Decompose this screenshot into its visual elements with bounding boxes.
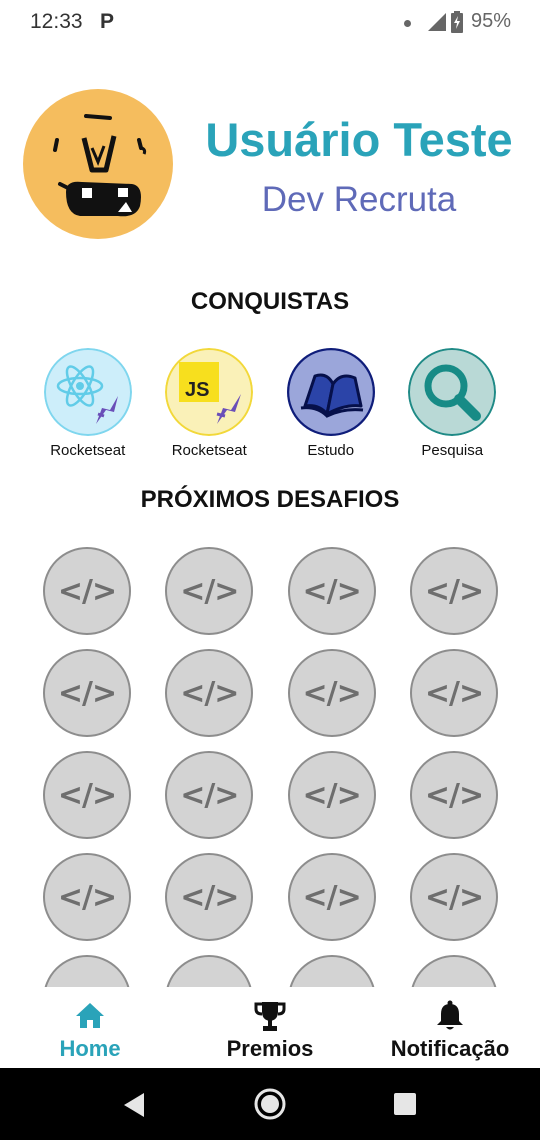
monster-avatar-icon[interactable] bbox=[22, 88, 174, 240]
challenge-locked-item[interactable]: </> bbox=[165, 547, 254, 635]
parking-notification-icon: P bbox=[100, 10, 115, 33]
code-icon: </> bbox=[57, 777, 117, 813]
challenges-grid: </> </> </> </> </> </> </> </> </> </> … bbox=[43, 547, 498, 987]
challenges-title: PRÓXIMOS DESAFIOS bbox=[140, 486, 400, 513]
code-icon: </> bbox=[302, 879, 362, 915]
challenge-locked-item[interactable]: </> bbox=[165, 955, 254, 988]
challenge-locked-item[interactable]: </> bbox=[287, 853, 376, 941]
js-rocket-icon[interactable]: JS bbox=[165, 348, 254, 436]
code-icon: </> bbox=[180, 879, 239, 915]
achievement-item[interactable]: Rocketseat bbox=[27, 348, 149, 459]
status-time: 12:33 bbox=[30, 10, 83, 33]
code-icon: </> bbox=[57, 879, 117, 915]
book-icon[interactable] bbox=[286, 348, 375, 436]
react-rocket-icon[interactable] bbox=[43, 348, 132, 436]
code-icon: </> bbox=[302, 675, 362, 711]
achievements-title: CONQUISTAS bbox=[190, 288, 350, 315]
profile-role: Dev Recruta bbox=[261, 180, 457, 219]
challenge-locked-item[interactable]: </> bbox=[287, 955, 376, 988]
achievements-list: Rocketseat JS Rocketseat Estudo Pesquisa bbox=[27, 348, 513, 459]
nav-notificacao-label: Notificação bbox=[390, 1036, 510, 1061]
trophy-icon bbox=[254, 1002, 286, 1031]
nav-notificacao[interactable]: Notificação bbox=[360, 988, 540, 1068]
code-icon: </> bbox=[180, 982, 239, 988]
profile-name: Usuário Teste bbox=[205, 113, 513, 166]
challenge-locked-item[interactable]: </> bbox=[43, 751, 131, 839]
achievement-label: Rocketseat bbox=[50, 442, 126, 459]
battery-icon bbox=[451, 11, 463, 33]
code-icon: </> bbox=[424, 879, 484, 915]
challenge-locked-item[interactable]: </> bbox=[409, 649, 498, 737]
code-icon: </> bbox=[424, 777, 484, 813]
achievement-label: Pesquisa bbox=[421, 442, 484, 459]
code-icon: </> bbox=[58, 982, 117, 988]
challenges-row: </> </> </> </> bbox=[43, 547, 498, 635]
challenge-locked-item[interactable]: </> bbox=[165, 853, 254, 941]
back-icon[interactable] bbox=[122, 1092, 146, 1118]
challenges-row: </> </> </> </> bbox=[43, 751, 498, 839]
code-icon: </> bbox=[302, 573, 362, 609]
achievement-label: Rocketseat bbox=[171, 442, 247, 459]
challenge-locked-item[interactable]: </> bbox=[409, 547, 498, 635]
nav-premios-label: Premios bbox=[226, 1036, 314, 1061]
svg-text:JS: JS bbox=[185, 379, 209, 401]
home-circle-icon[interactable] bbox=[254, 1088, 286, 1120]
nav-premios[interactable]: Premios bbox=[180, 988, 360, 1068]
challenge-locked-item[interactable]: </> bbox=[287, 649, 376, 737]
code-icon: </> bbox=[180, 573, 239, 609]
nav-home[interactable]: Home bbox=[0, 988, 180, 1068]
achievement-item[interactable]: Pesquisa bbox=[392, 348, 514, 459]
challenges-row: </> </> </> </> bbox=[43, 649, 498, 737]
code-icon: </> bbox=[57, 675, 117, 711]
notification-dot-icon bbox=[404, 20, 411, 27]
code-icon: </> bbox=[425, 982, 484, 988]
code-icon: </> bbox=[180, 675, 239, 711]
home-icon bbox=[76, 1003, 104, 1028]
code-icon: </> bbox=[302, 777, 362, 813]
challenge-locked-item[interactable]: </> bbox=[43, 853, 131, 941]
challenge-locked-item[interactable]: </> bbox=[409, 751, 498, 839]
code-icon: </> bbox=[57, 573, 117, 609]
challenge-locked-item[interactable]: </> bbox=[165, 751, 254, 839]
achievement-label: Estudo bbox=[307, 442, 355, 459]
signal-icon bbox=[428, 13, 446, 31]
code-icon: </> bbox=[424, 675, 484, 711]
bottom-navigation: Home Premios Notificação bbox=[0, 988, 540, 1068]
code-icon: </> bbox=[303, 982, 362, 988]
nav-home-label: Home bbox=[59, 1036, 121, 1061]
challenges-row: </> </> </> </> bbox=[43, 853, 498, 941]
challenge-locked-item[interactable]: </> bbox=[409, 955, 498, 988]
challenge-locked-item[interactable]: </> bbox=[43, 649, 131, 737]
magnifier-icon[interactable] bbox=[408, 348, 497, 436]
challenges-row: </> </> </> </> bbox=[43, 955, 498, 987]
challenge-locked-item[interactable]: </> bbox=[43, 955, 131, 987]
system-navigation-bar bbox=[0, 1068, 540, 1140]
achievement-item[interactable]: Estudo bbox=[270, 348, 392, 459]
challenge-locked-item[interactable]: </> bbox=[409, 853, 498, 941]
recents-icon[interactable] bbox=[394, 1093, 416, 1115]
challenge-locked-item[interactable]: </> bbox=[165, 649, 254, 737]
challenge-locked-item[interactable]: </> bbox=[287, 547, 376, 635]
bell-icon bbox=[437, 1000, 463, 1030]
challenge-locked-item[interactable]: </> bbox=[43, 547, 131, 635]
code-icon: </> bbox=[180, 777, 239, 813]
challenge-locked-item[interactable]: </> bbox=[287, 751, 376, 839]
achievement-item[interactable]: JS Rocketseat bbox=[149, 348, 271, 459]
battery-percent: 95% bbox=[471, 10, 512, 32]
code-icon: </> bbox=[424, 573, 484, 609]
status-bar: 12:33 P 95% bbox=[0, 0, 540, 48]
